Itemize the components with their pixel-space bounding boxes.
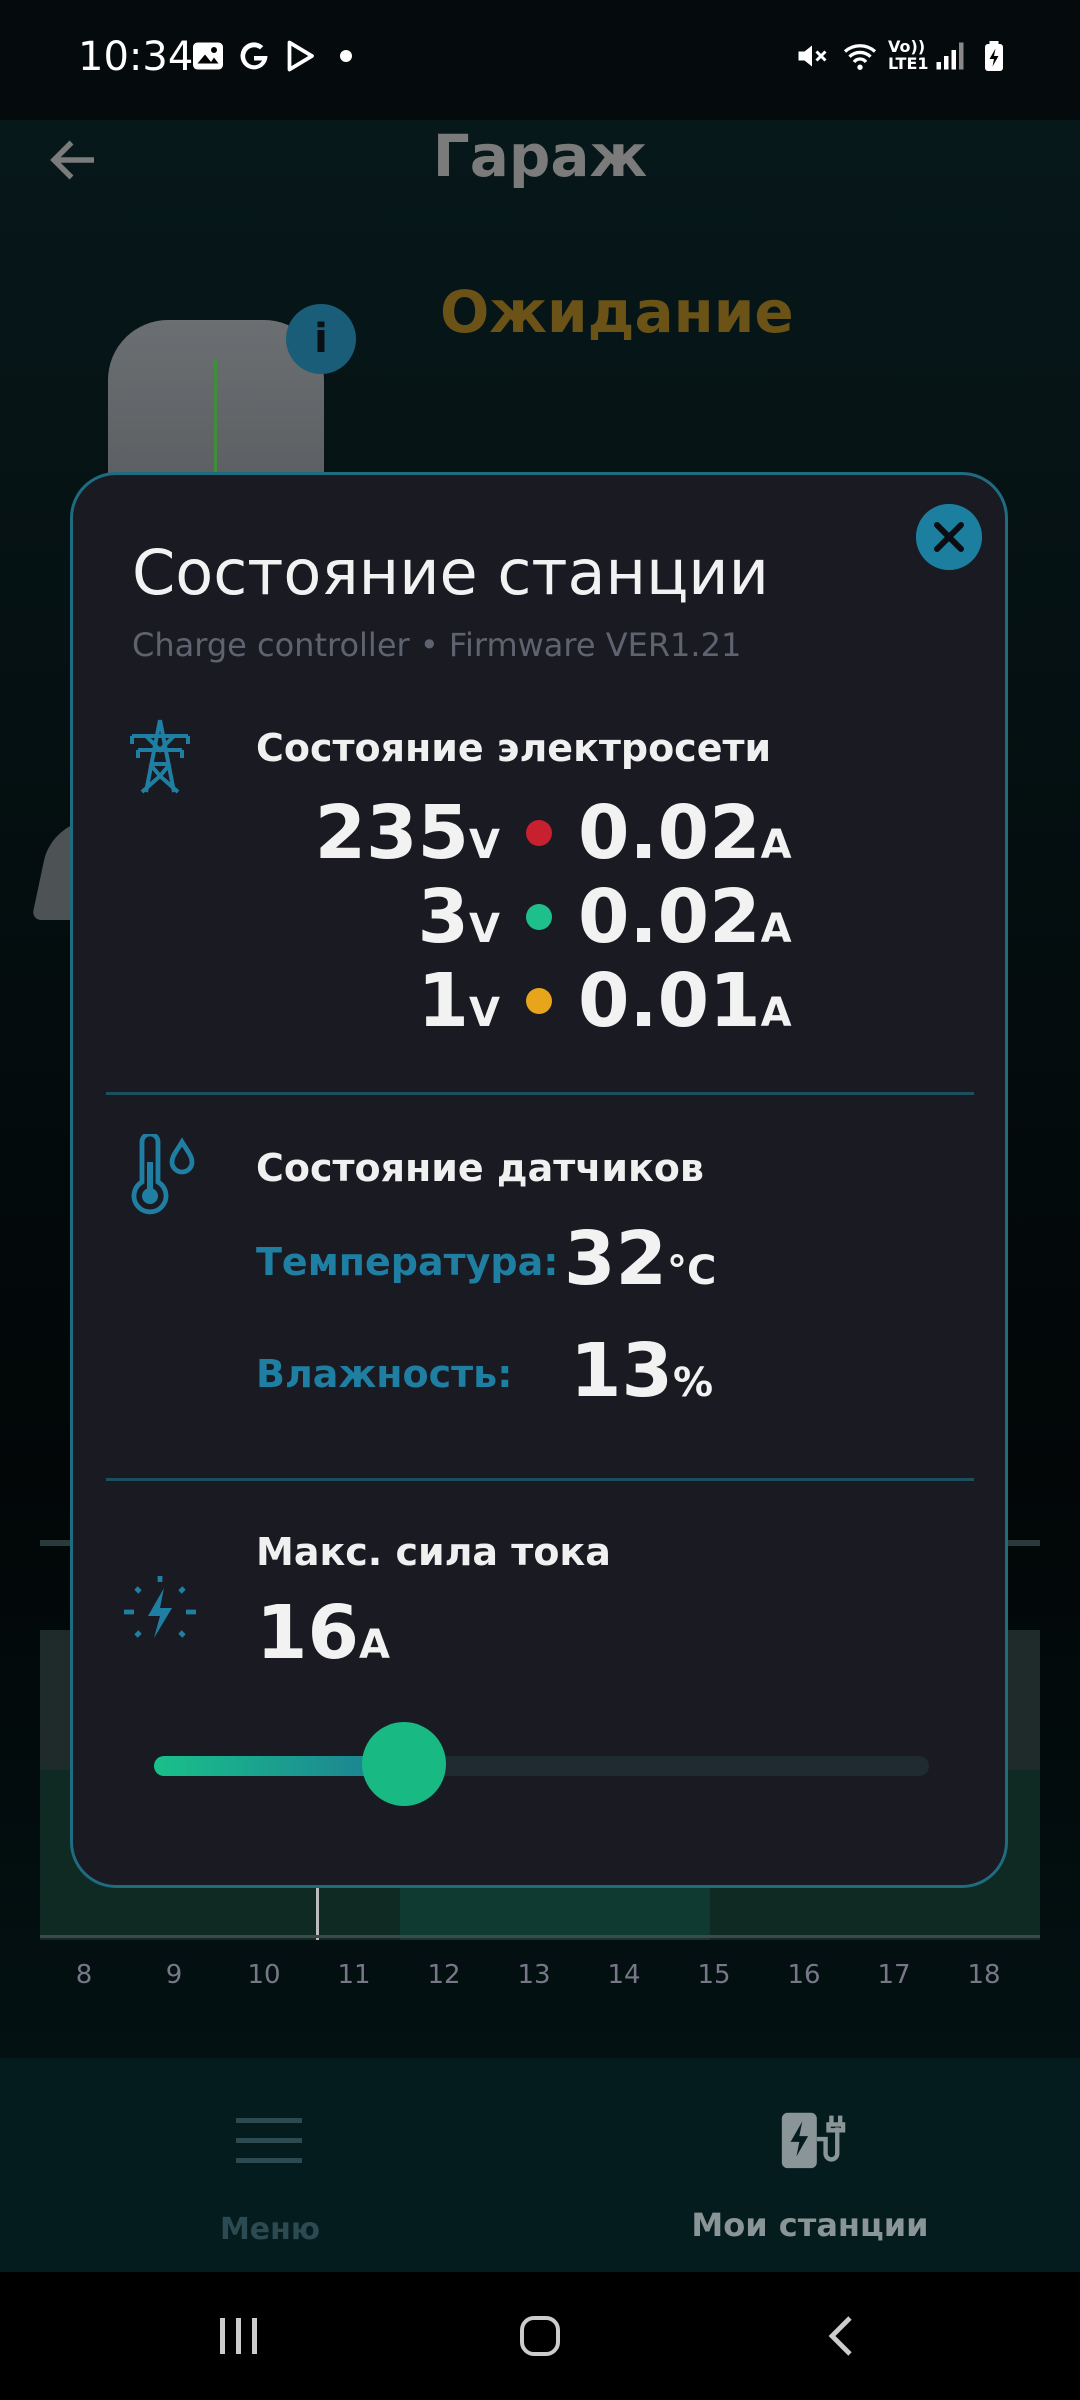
phase-3-voltage-unit: V	[469, 990, 500, 1036]
chart-x-tick: 11	[337, 1960, 371, 1990]
phase-2-current-value: 0.02	[578, 874, 761, 960]
nav-my-stations-label[interactable]: Мои станции	[660, 2206, 960, 2244]
close-icon[interactable]	[916, 504, 982, 570]
battery-charging-icon	[985, 41, 1003, 71]
phase-2-voltage-value: 3	[417, 874, 470, 960]
temperature-value: 32	[564, 1216, 667, 1302]
chart-axis	[40, 1935, 1040, 1938]
dialog-title: Состояние станции	[132, 536, 769, 609]
max-current-slider-thumb[interactable]	[361, 1722, 446, 1806]
phase-3-indicator	[526, 988, 552, 1014]
home-icon[interactable]	[516, 2312, 564, 2360]
chart-x-tick: 13	[517, 1960, 551, 1990]
status-bar: 10:34 Vo)) LTE1	[0, 0, 1080, 120]
phase-1-indicator	[526, 820, 552, 846]
phase-1-current-unit: A	[760, 822, 792, 868]
section-divider	[106, 1478, 974, 1481]
phase-3-current: 0.01A	[578, 956, 792, 1058]
phase-row-1: 235V 0.02A	[0, 788, 1080, 878]
charging-station-icon[interactable]	[776, 2104, 846, 2174]
chart-x-tick: 17	[877, 1960, 911, 1990]
chart-x-tick: 10	[247, 1960, 281, 1990]
recent-apps-icon[interactable]	[216, 2314, 260, 2358]
image-icon	[193, 42, 223, 70]
chart-x-tick: 18	[967, 1960, 1001, 1990]
phase-1-voltage-value: 235	[314, 790, 470, 876]
phase-3-current-value: 0.01	[578, 958, 761, 1044]
phase-1-voltage-unit: V	[469, 822, 500, 868]
sensors-status-title: Состояние датчиков	[256, 1146, 704, 1190]
chart-x-tick: 8	[75, 1960, 93, 1990]
chart-x-tick: 15	[697, 1960, 731, 1990]
play-store-icon	[287, 40, 314, 72]
chart-highlight	[400, 1880, 710, 1940]
station-state-label: Ожидание	[440, 278, 794, 346]
system-navigation-bar	[0, 2272, 1080, 2400]
max-current-reading: 16A	[256, 1590, 390, 1676]
phase-3-current-unit: A	[760, 990, 792, 1036]
charger-indicator-line	[214, 360, 217, 480]
wifi-icon	[843, 44, 877, 70]
page-title: Гараж	[432, 122, 648, 190]
chart-x-tick: 12	[427, 1960, 461, 1990]
max-current-title: Макс. сила тока	[256, 1530, 611, 1574]
mute-icon	[798, 45, 827, 67]
section-divider	[106, 1092, 974, 1095]
temperature-reading: 32°C	[564, 1216, 716, 1302]
phase-2-voltage-unit: V	[469, 906, 500, 952]
hamburger-menu-icon[interactable]	[236, 2118, 302, 2164]
phase-3-voltage-value: 1	[417, 958, 470, 1044]
grid-status-title: Состояние электросети	[256, 726, 772, 770]
volte-icon: Vo)) LTE1	[888, 37, 929, 73]
humidity-unit: %	[672, 1360, 714, 1406]
phase-row-2: 3V 0.02A	[0, 872, 1080, 962]
google-icon	[240, 42, 268, 70]
humidity-label: Влажность:	[256, 1352, 513, 1396]
signal-icon	[936, 42, 964, 70]
temperature-label: Температура:	[256, 1240, 559, 1284]
phase-2-indicator	[526, 904, 552, 930]
phase-row-3: 1V 0.01A	[0, 956, 1080, 1046]
nav-menu-label[interactable]: Меню	[170, 2212, 370, 2247]
lightning-icon	[124, 1576, 196, 1638]
power-tower-icon	[130, 719, 190, 794]
max-current-value: 16	[256, 1590, 359, 1676]
max-current-unit: A	[358, 1622, 390, 1668]
temperature-unit: °C	[666, 1248, 717, 1294]
dot-icon	[340, 50, 352, 62]
status-time: 10:34	[78, 34, 194, 80]
chart-x-tick: 14	[607, 1960, 641, 1990]
phase-2-current-unit: A	[760, 906, 792, 952]
humidity-value: 13	[570, 1328, 673, 1414]
info-icon[interactable]: i	[286, 304, 356, 374]
thermometer-drop-icon	[131, 1134, 195, 1215]
chart-x-tick: 9	[165, 1960, 183, 1990]
humidity-reading: 13%	[570, 1328, 713, 1414]
phase-3-voltage: 1V	[418, 956, 500, 1058]
back-icon[interactable]	[820, 2312, 864, 2360]
dialog-subtitle: Charge controller • Firmware VER1.21	[132, 626, 742, 664]
phase-1-current-value: 0.02	[578, 790, 761, 876]
chart-x-tick: 16	[787, 1960, 821, 1990]
